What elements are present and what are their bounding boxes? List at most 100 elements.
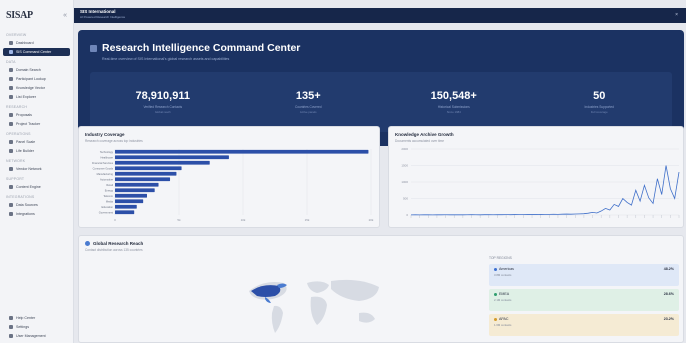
regions-header: TOP REGIONS	[489, 256, 512, 260]
region-emea[interactable]: EMEA 2.1M contacts 28.6%	[489, 289, 679, 311]
region-detail: 3.8M contacts	[494, 273, 512, 277]
page-title: Research Intelligence Command Center	[102, 42, 301, 54]
org-title: SIS International	[80, 9, 116, 14]
bar[interactable]	[115, 188, 155, 193]
y-tick-label: Education	[101, 205, 113, 209]
x-tick-label: 15k	[305, 218, 310, 222]
nav-section-research: Research	[6, 105, 28, 109]
sidebar-item-label: Project Tracker	[16, 122, 41, 126]
sidebar-header: SISAP «	[0, 0, 73, 30]
sidebar-bottom-nav: Help Center Settings User Management	[0, 313, 74, 341]
bar[interactable]	[115, 182, 159, 187]
sidebar-item-proposals[interactable]: Proposals	[3, 111, 70, 119]
sidebar-item-integrations[interactable]: Integrations	[3, 210, 70, 218]
archive-line-chart: 0 500 1000 1500 2000	[401, 147, 680, 218]
y-tick-label: Healthcare	[100, 155, 113, 159]
sidebar-item-label: Help Center	[16, 316, 36, 320]
series-line[interactable]	[410, 165, 680, 216]
region-percent: 48.2%	[663, 267, 674, 271]
y-tick-label: Media	[106, 199, 114, 203]
integrations-icon	[9, 212, 13, 216]
vendor-network-icon	[9, 167, 13, 171]
x-tick-label: 5k	[177, 218, 181, 222]
close-icon[interactable]: ×	[675, 12, 678, 18]
bar[interactable]	[115, 199, 144, 204]
bar[interactable]	[115, 177, 171, 182]
sidebar-item-label: Integrations	[16, 212, 35, 216]
stats-panel: 78,910,911 Verified Research Contacts Gl…	[90, 72, 672, 132]
bar[interactable]	[115, 171, 177, 176]
stat-value: 135+	[295, 90, 321, 102]
bar[interactable]	[115, 193, 147, 198]
settings-icon	[9, 325, 13, 329]
stat-label: Verified Research Contacts	[143, 105, 183, 109]
stat-sublabel: Active panels	[299, 110, 317, 114]
sidebar-item-sis-command-center[interactable]: SIS Command Center	[3, 48, 70, 56]
sidebar-item-label: Proposals	[16, 113, 32, 117]
stat-sublabel: Full coverage	[590, 110, 608, 114]
sis-command-center-icon	[9, 50, 13, 54]
content-engine-icon	[9, 185, 13, 189]
y-tick-label: Consumer Goods	[93, 166, 114, 170]
bar[interactable]	[115, 160, 210, 165]
sidebar-item-help-center[interactable]: Help Center	[3, 314, 71, 322]
collapse-sidebar-icon[interactable]: «	[63, 12, 67, 19]
sidebar-item-data-sources[interactable]: Data Sources	[3, 201, 70, 209]
card-subtitle: Contact distribution across 135 countrie…	[85, 248, 143, 252]
y-tick-label: 1500	[401, 164, 408, 168]
y-tick-label: Manufacturing	[97, 172, 114, 176]
region-name: Americas	[499, 267, 514, 271]
region-detail: 2.1M contacts	[494, 298, 512, 302]
y-tick-label: 2000	[401, 147, 408, 151]
region-apac[interactable]: APAC 1.6M contacts 23.2%	[489, 314, 679, 336]
knowledge-vector-icon	[9, 86, 13, 90]
archive-growth-card: Knowledge Archive Growth Documents accum…	[388, 126, 684, 228]
panel-scale-icon	[9, 140, 13, 144]
sidebar-item-label: Dashboard	[16, 41, 34, 45]
world-map[interactable]	[229, 271, 399, 339]
sidebar-item-label: Vendor Network	[16, 167, 42, 171]
sidebar-item-label: SIS Command Center	[16, 50, 52, 54]
sidebar-item-project-tracker[interactable]: Project Tracker	[3, 120, 70, 128]
sidebar-nav: Overview Dashboard SIS Command Center Data D…	[0, 30, 73, 218]
sidebar: SISAP « Overview Dashboard SIS Command Cen…	[0, 0, 74, 343]
y-tick-label: Financial Services	[92, 161, 114, 165]
bar[interactable]	[115, 210, 135, 215]
page-subtitle: Real-time overview of SIS International'…	[102, 57, 230, 61]
y-tick-label: 1000	[401, 180, 408, 184]
region-americas[interactable]: Americas 3.8M contacts 48.2%	[489, 264, 679, 286]
globe-icon	[85, 241, 90, 246]
sidebar-item-content-engine[interactable]: Content Engine	[3, 183, 70, 191]
industry-bar-chart: 0 5k 10k 15k 20k TechnologyHealthcare Financia…	[92, 149, 374, 222]
sidebar-item-knowledge-vector[interactable]: Knowledge Vector	[3, 84, 70, 92]
sidebar-item-label: Data Sources	[16, 203, 38, 207]
region-dot	[494, 317, 497, 321]
sidebar-item-dashboard[interactable]: Dashboard	[3, 39, 70, 47]
top-regions: TOP REGIONS Americas 3.8M contacts 48.2%…	[489, 256, 679, 340]
bar[interactable]	[115, 155, 229, 160]
stat-label: Countries Covered	[294, 105, 322, 109]
sidebar-item-settings[interactable]: Settings	[3, 323, 71, 331]
region-dot	[494, 267, 497, 271]
sidebar-item-life-builder[interactable]: Life Builder	[3, 147, 70, 155]
sidebar-item-user-management[interactable]: User Management	[3, 332, 71, 340]
sidebar-item-panel-scale[interactable]: Panel Scale	[3, 138, 70, 146]
region-percent: 23.2%	[663, 317, 674, 321]
y-tick-label: Telecom	[103, 194, 113, 198]
card-subtitle: Research coverage across top industries	[85, 139, 143, 143]
bar[interactable]	[115, 149, 369, 154]
data-sources-icon	[9, 203, 13, 207]
sidebar-item-participant-lookup[interactable]: Participant Lookup	[3, 75, 70, 83]
sidebar-item-label: Participant Lookup	[16, 77, 46, 81]
bar[interactable]	[115, 166, 182, 171]
sidebar-item-vendor-network[interactable]: Vendor Network	[3, 165, 70, 173]
stat-countries: 135+ Countries Covered Active panels	[236, 72, 382, 132]
y-tick-label: Retail	[106, 183, 113, 187]
industry-coverage-card: Industry Coverage Research coverage acro…	[78, 126, 380, 228]
bar[interactable]	[115, 204, 137, 209]
sidebar-item-domain-search[interactable]: Domain Search	[3, 66, 70, 74]
stat-label: Industries Supported	[584, 105, 614, 109]
sidebar-item-list-explorer[interactable]: List Explorer	[3, 93, 70, 101]
stat-sublabel: Since 1984	[446, 110, 461, 114]
stat-value: 50	[593, 90, 606, 102]
